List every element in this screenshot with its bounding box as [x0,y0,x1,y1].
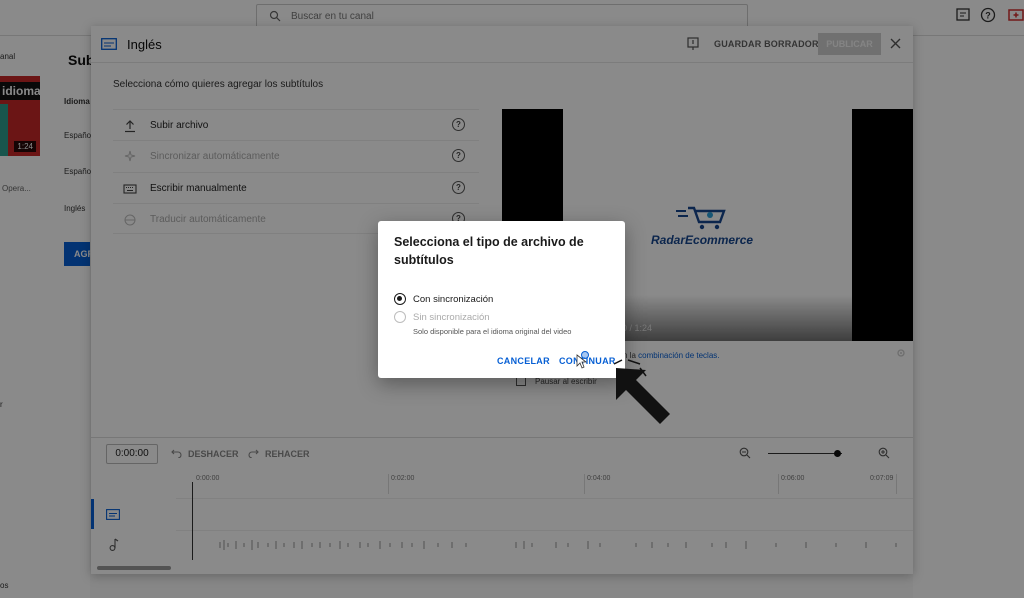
pointer-arrow-icon [613,359,670,424]
cancel-button[interactable]: CANCELAR [497,356,550,366]
mouse-cursor-icon [576,351,589,369]
radio-without-sync [394,311,406,323]
radio-without-sync-note: Solo disponible para el idioma original … [413,327,572,336]
radio-without-sync-label: Sin sincronización [413,312,490,323]
radio-with-sync[interactable] [394,293,406,305]
file-type-dialog: Selecciona el tipo de archivo de subtítu… [378,221,625,378]
dialog-title: Selecciona el tipo de archivo de subtítu… [394,235,584,267]
radio-with-sync-label: Con sincronización [413,294,494,305]
